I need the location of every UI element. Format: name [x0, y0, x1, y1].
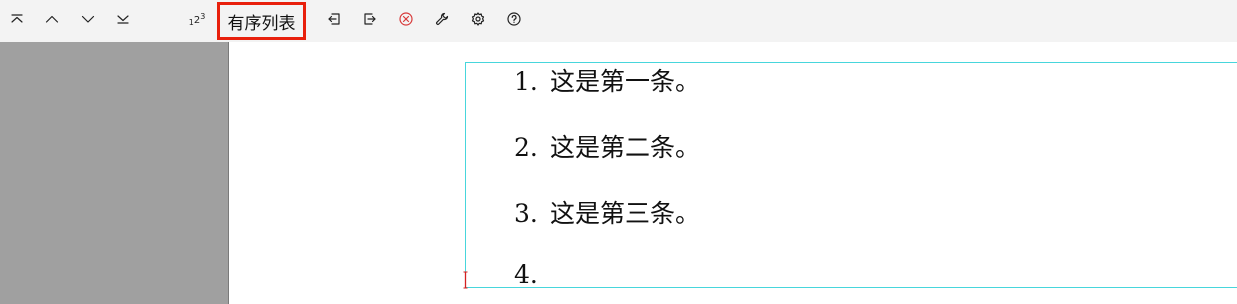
ordered-list-label: 有序列表: [227, 13, 296, 34]
gear-icon: [471, 12, 485, 26]
list-item[interactable]: 4.: [514, 260, 550, 289]
outdent-button[interactable]: [322, 7, 346, 31]
wrench-icon: [436, 12, 449, 25]
remove-list-button[interactable]: [394, 7, 418, 31]
list-item[interactable]: 1. 这是第一条。: [514, 62, 700, 98]
move-up-button[interactable]: [40, 7, 64, 31]
list-item-number: 1.: [514, 67, 538, 96]
move-to-bottom-button[interactable]: [111, 7, 135, 31]
indent-button[interactable]: [358, 7, 382, 31]
move-to-bottom-icon: [117, 15, 129, 24]
number-format-icon: 123: [189, 12, 206, 27]
list-item-text: 这是第一条。: [550, 67, 701, 96]
move-down-button[interactable]: [76, 7, 100, 31]
outdent-icon: [328, 13, 340, 25]
list-item-text: 这是第二条。: [550, 133, 701, 162]
move-to-top-button[interactable]: [5, 7, 29, 31]
list-item[interactable]: 3. 这是第三条。: [514, 194, 700, 230]
settings-button[interactable]: [466, 7, 490, 31]
help-icon: [507, 12, 521, 26]
list-item[interactable]: 2. 这是第二条。: [514, 128, 700, 164]
indent-icon: [364, 13, 376, 25]
ordered-list-button[interactable]: 有序列表: [217, 2, 306, 40]
list-item-number: 3.: [514, 199, 538, 228]
text-cursor-icon: [463, 271, 468, 289]
list-item-text: 这是第三条。: [550, 199, 701, 228]
chevron-up-icon: [45, 15, 59, 23]
chevron-down-icon: [81, 15, 95, 23]
list-item-number: 4.: [514, 260, 538, 289]
tools-button[interactable]: [430, 7, 454, 31]
list-item-number: 2.: [514, 133, 538, 162]
side-panel: [0, 42, 229, 304]
number-format-sup: 3: [200, 11, 206, 21]
move-to-top-icon: [11, 14, 23, 23]
toolbar: 123 有序列表: [0, 0, 1237, 42]
help-button[interactable]: [502, 7, 526, 31]
remove-list-icon: [399, 12, 413, 26]
number-format-button[interactable]: 123: [185, 7, 209, 31]
